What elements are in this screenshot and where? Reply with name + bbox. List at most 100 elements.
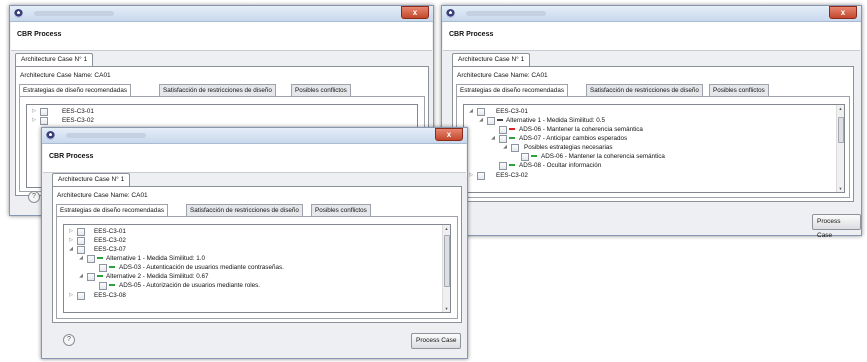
title-bar[interactable]: x: [42, 128, 467, 144]
tab-architecture-case[interactable]: Architecture Case N° 1: [52, 173, 131, 186]
green-bar-icon: [509, 137, 515, 139]
tree-label: ADS-06 - Mantener la coherencia semántic…: [519, 126, 643, 133]
header: CBR Process: [443, 22, 860, 51]
title-bar[interactable]: x: [442, 6, 861, 22]
app-icon: [446, 9, 455, 18]
checkbox[interactable]: [521, 153, 529, 161]
expand-arrow-icon[interactable]: ▷: [68, 291, 74, 300]
scroll-up-icon[interactable]: ▲: [837, 105, 844, 112]
expand-arrow-icon[interactable]: ▷: [68, 236, 74, 245]
tab-architecture-case[interactable]: Architecture Case N° 1: [452, 53, 531, 66]
window-right: x CBR Process Architecture Case N° 1 Arc…: [441, 5, 862, 239]
tree-label: EES-C3-02: [496, 172, 528, 179]
case-panel: Architecture Case Name: CA01 Estrategias…: [52, 186, 462, 323]
blurred-title: [34, 11, 114, 16]
checkbox[interactable]: [477, 172, 485, 180]
vertical-scrollbar[interactable]: ▲ ▼: [442, 225, 450, 312]
close-button[interactable]: x: [435, 128, 463, 141]
checkbox[interactable]: [77, 292, 85, 300]
checkbox[interactable]: [499, 162, 507, 170]
collapse-arrow-icon[interactable]: ◢: [490, 134, 496, 143]
collapse-arrow-icon[interactable]: ◢: [78, 272, 84, 281]
tab-content: ▷ EES-C3-01 ▷ EES-C3-02 ◢ EES-C3-07 ◢ Al…: [56, 216, 458, 319]
case-name-label: Architecture Case Name: CA01: [457, 72, 548, 79]
process-case-button[interactable]: Process Case: [411, 333, 462, 349]
expand-arrow-icon[interactable]: ▷: [68, 227, 74, 236]
window-heading: CBR Process: [49, 153, 94, 160]
tree-label: Alternative 2 - Medida Similitud: 0.67: [106, 273, 209, 280]
expand-arrow-icon[interactable]: ▷: [468, 171, 474, 180]
blurred-title: [466, 11, 546, 16]
tree-label: ADS-03 - Autenticación de usuarios media…: [119, 264, 284, 271]
checkbox[interactable]: [77, 246, 85, 254]
tree-label: Alternative 1 - Medida Similitud: 1.0: [106, 255, 206, 262]
vertical-scrollbar[interactable]: ▲ ▼: [836, 105, 844, 192]
green-bar-icon: [509, 164, 515, 166]
window-heading: CBR Process: [17, 31, 62, 38]
help-icon[interactable]: ?: [28, 191, 40, 203]
tree-label: EES-C3-07: [94, 246, 126, 253]
title-bar[interactable]: x: [10, 6, 433, 22]
checkbox[interactable]: [477, 108, 485, 116]
tree-label: ADS-08 - Ocultar información: [519, 162, 602, 169]
case-name-label: Architecture Case Name: CA01: [57, 192, 148, 199]
help-icon[interactable]: ?: [63, 334, 75, 346]
tree-label: Posibles estrategias necesarias: [524, 144, 613, 151]
checkbox[interactable]: [77, 237, 85, 245]
green-bar-icon: [109, 266, 115, 268]
tree-label: ADS-05 - Autorización de usuarios median…: [119, 282, 261, 289]
collapse-arrow-icon[interactable]: ◢: [78, 254, 84, 263]
scroll-down-icon[interactable]: ▼: [837, 185, 844, 192]
close-button[interactable]: x: [829, 6, 857, 19]
collapse-arrow-icon[interactable]: ◢: [478, 116, 484, 125]
neutral-bar-icon: [497, 119, 503, 121]
tree-label: EES-C3-08: [94, 292, 126, 299]
checkbox[interactable]: [487, 117, 495, 125]
expand-arrow-icon[interactable]: ▷: [31, 116, 37, 125]
tab-content: ◢ EES-C3-01 ◢ Alternative 1 - Medida Sim…: [456, 96, 850, 198]
process-case-button[interactable]: Process Case: [812, 214, 861, 239]
checkbox[interactable]: [40, 117, 48, 125]
checkbox[interactable]: [87, 273, 95, 281]
red-bar-icon: [509, 128, 515, 130]
checkbox[interactable]: [99, 264, 107, 272]
tab-architecture-case[interactable]: Architecture Case N° 1: [15, 53, 94, 66]
case-name-label: Architecture Case Name: CA01: [20, 72, 111, 79]
tree-label: EES-C3-02: [62, 117, 94, 124]
collapse-arrow-icon[interactable]: ◢: [68, 245, 74, 254]
tree-label: EES-C3-01: [62, 108, 94, 115]
scroll-thumb[interactable]: [444, 235, 450, 287]
green-bar-icon: [97, 275, 103, 277]
checkbox[interactable]: [511, 144, 519, 152]
checkbox[interactable]: [99, 282, 107, 290]
scroll-thumb[interactable]: [838, 117, 844, 143]
strategy-tree[interactable]: ▷ EES-C3-01 ▷ EES-C3-02 ◢ EES-C3-07 ◢ Al…: [63, 224, 451, 313]
window-front: x CBR Process Architecture Case N° 1 Arc…: [41, 127, 468, 359]
tree-label: EES-C3-01: [94, 228, 126, 235]
window-heading: CBR Process: [449, 31, 494, 38]
checkbox[interactable]: [77, 228, 85, 236]
checkbox[interactable]: [87, 255, 95, 263]
header: CBR Process: [43, 144, 466, 173]
app-icon: [14, 9, 23, 18]
close-button[interactable]: x: [401, 6, 429, 19]
checkbox[interactable]: [40, 108, 48, 116]
checkbox[interactable]: [499, 135, 507, 143]
case-panel: Architecture Case Name: CA01 Estrategias…: [452, 66, 854, 202]
tree-label: ADS-06 - Mantener la coherencia semántic…: [541, 153, 665, 160]
tree-label: EES-C3-02: [94, 237, 126, 244]
tree-label: ADS-07 - Anticipar cambios esperados: [519, 135, 628, 142]
app-icon: [46, 131, 55, 140]
header: CBR Process: [11, 22, 432, 51]
tree-label: EES-C3-01: [496, 108, 528, 115]
scroll-down-icon[interactable]: ▼: [443, 305, 450, 312]
green-bar-icon: [531, 155, 537, 157]
expand-arrow-icon[interactable]: ▷: [31, 107, 37, 116]
green-bar-icon: [97, 257, 103, 259]
scroll-up-icon[interactable]: ▲: [443, 225, 450, 232]
checkbox[interactable]: [499, 126, 507, 134]
blurred-title: [66, 133, 146, 138]
strategy-tree[interactable]: ◢ EES-C3-01 ◢ Alternative 1 - Medida Sim…: [463, 104, 845, 193]
collapse-arrow-icon[interactable]: ◢: [502, 143, 508, 152]
collapse-arrow-icon[interactable]: ◢: [468, 107, 474, 116]
